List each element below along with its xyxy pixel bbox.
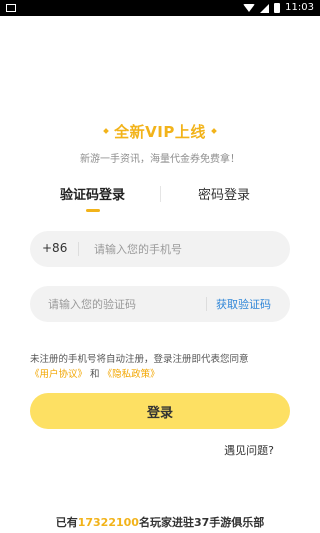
agreement-text: 未注册的手机号将自动注册，登录注册即代表您同意 《用户协议》 和 《隐私政策》	[30, 352, 290, 382]
country-code[interactable]: +86	[42, 241, 67, 255]
diamond-icon	[103, 128, 109, 134]
promo-title-text: 全新VIP上线	[114, 123, 206, 141]
login-tabs: 验证码登录 密码登录	[0, 184, 320, 214]
footer-prefix: 已有	[55, 516, 78, 529]
status-bar: 11:03	[0, 0, 320, 16]
verification-code-input[interactable]	[48, 286, 208, 322]
user-agreement-link[interactable]: 《用户协议》	[30, 369, 87, 380]
promo-title: 全新VIP上线	[0, 121, 320, 142]
get-code-button[interactable]: 获取验证码	[216, 296, 271, 312]
field-divider	[78, 242, 79, 256]
tab-password-login[interactable]: 密码登录	[198, 184, 250, 203]
footer-stats: 已有17322100名玩家进驻37手游俱乐部	[0, 514, 320, 530]
phone-field: +86	[30, 231, 290, 267]
agreement-and: 和	[90, 369, 100, 380]
promo-subtitle: 新游一手资讯，海量代金券免费拿！	[80, 154, 240, 165]
login-button[interactable]: 登录	[30, 393, 290, 429]
agreement-statement: 未注册的手机号将自动注册，登录注册即代表您同意	[30, 354, 249, 365]
help-link[interactable]: 遇见问题?	[224, 442, 274, 458]
phone-input[interactable]	[94, 231, 274, 267]
field-divider	[206, 297, 207, 311]
status-icons: 11:03	[243, 2, 314, 14]
diamond-icon	[211, 128, 217, 134]
player-count: 17322100	[77, 516, 139, 529]
signal-icon	[260, 3, 270, 13]
notification-icon	[6, 4, 16, 12]
tab-divider	[160, 186, 161, 202]
status-time: 11:03	[285, 2, 314, 13]
code-field: 获取验证码	[30, 286, 290, 322]
active-tab-indicator	[86, 209, 100, 212]
footer-suffix: 名玩家进驻37手游俱乐部	[138, 516, 265, 529]
privacy-policy-link[interactable]: 《隐私政策》	[103, 369, 160, 380]
wifi-icon	[243, 4, 256, 12]
battery-icon	[274, 3, 281, 13]
tab-sms-login[interactable]: 验证码登录	[60, 184, 125, 203]
